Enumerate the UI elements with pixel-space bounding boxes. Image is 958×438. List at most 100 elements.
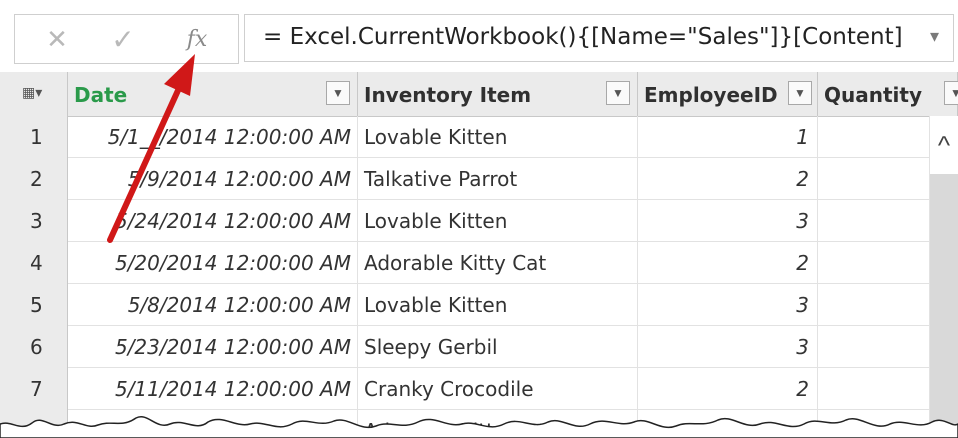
table-row[interactable]: 2 5/9/2014 12:00:00 AM Talkative Parrot 2 (0, 158, 958, 200)
cell-inventory-item-value: Lovable Kitten (364, 293, 508, 317)
row-number-label: 2 (30, 167, 43, 191)
cell-employeeid-value: 2 (796, 167, 809, 191)
row-number-label: 1 (30, 125, 43, 149)
cell-employeeid[interactable]: 3 (638, 200, 818, 242)
cell-inventory-item-value: Lovable Kitten (364, 209, 508, 233)
cell-employeeid-value: 3 (796, 293, 809, 317)
cell-date[interactable]: 5/23/2014 12:00:00 AM (68, 326, 358, 368)
cell-inventory-item-value: Adorable Kitty Cat (364, 251, 547, 275)
table-icon[interactable]: ▦▾ (22, 84, 42, 101)
filter-dropdown-date[interactable]: ▼ (326, 81, 350, 105)
cell-quantity[interactable] (818, 410, 930, 438)
cell-date-value: 5/8/2014 12:00:00 AM (127, 293, 351, 317)
check-icon: ✓ (111, 23, 135, 55)
filter-dropdown-quantity[interactable]: ▼ (944, 81, 958, 105)
row-number-label: 3 (30, 209, 43, 233)
cell-date-value: 5/24/2014 12:00:00 AM (114, 209, 351, 233)
cell-employeeid[interactable]: 2 (638, 242, 818, 284)
cell-date-value: 5/20/2014 12:00:00 AM (114, 251, 351, 275)
fx-icon: fx (186, 26, 208, 52)
cell-date-value: 5/23/2014 12:00:00 AM (114, 335, 351, 359)
row-number[interactable]: 3 (0, 200, 68, 242)
table-row[interactable]: 1 5/1__/2014 12:00:00 AM Lovable Kitten 1 (0, 116, 958, 158)
formula-text: = Excel.CurrentWorkbook(){[Name="Sales"]… (263, 24, 903, 50)
table-row[interactable]: 7 5/11/2014 12:00:00 AM Cranky Crocodile 2 (0, 368, 958, 410)
cell-employeeid[interactable] (638, 410, 818, 438)
cell-employeeid-value: 1 (796, 125, 809, 149)
cell-inventory-item[interactable]: Adorable Kitty Cat (358, 242, 638, 284)
cell-inventory-item[interactable]: Sleepy Gerbil (358, 326, 638, 368)
row-number[interactable]: 7 (0, 368, 68, 410)
power-query-editor: ✕ ✓ fx = Excel.CurrentWorkbook(){[Name="… (0, 0, 958, 438)
table-row[interactable]: 3 5/24/2014 12:00:00 AM Lovable Kitten 3 (0, 200, 958, 242)
scroll-up-icon[interactable]: ^ (930, 116, 958, 174)
cell-date[interactable]: 5/1__/2014 12:00:00 AM (68, 116, 358, 158)
column-header-date[interactable]: Date ▼ (68, 72, 358, 116)
column-header-quantity[interactable]: Quantity ▼ (818, 72, 958, 116)
cell-inventory-item[interactable]: Adorable Kitty Cat (358, 410, 638, 438)
cell-inventory-item-value: Talkative Parrot (364, 167, 518, 191)
cell-quantity[interactable] (818, 158, 930, 200)
cell-inventory-item[interactable]: Cranky Crocodile (358, 368, 638, 410)
formula-bar: ✕ ✓ fx = Excel.CurrentWorkbook(){[Name="… (0, 0, 958, 73)
table-row[interactable]: 8 5/1 Adorable Kitty Cat (0, 410, 958, 438)
cell-employeeid-value: 3 (796, 209, 809, 233)
cell-date-value: 5/11/2014 12:00:00 AM (114, 377, 351, 401)
row-number[interactable]: 5 (0, 284, 68, 326)
formula-bar-buttons: ✕ ✓ fx (14, 14, 239, 64)
row-number-label: 8 (30, 419, 43, 438)
cell-date[interactable]: 5/11/2014 12:00:00 AM (68, 368, 358, 410)
cell-date[interactable]: 5/8/2014 12:00:00 AM (68, 284, 358, 326)
row-number[interactable]: 1 (0, 116, 68, 158)
cell-employeeid[interactable]: 3 (638, 326, 818, 368)
row-number-label: 5 (30, 293, 43, 317)
cell-inventory-item[interactable]: Lovable Kitten (358, 284, 638, 326)
cell-date-value: 5/9/2014 12:00:00 AM (127, 167, 351, 191)
cell-quantity[interactable] (818, 242, 930, 284)
cell-inventory-item-value: Sleepy Gerbil (364, 335, 498, 359)
cell-inventory-item[interactable]: Lovable Kitten (358, 200, 638, 242)
chevron-down-icon[interactable]: ▾ (930, 26, 939, 47)
filter-dropdown-inventory-item[interactable]: ▼ (606, 81, 630, 105)
cell-date-value: 5/1__/2014 12:00:00 AM (107, 125, 351, 149)
table-row[interactable]: 6 5/23/2014 12:00:00 AM Sleepy Gerbil 3 (0, 326, 958, 368)
cell-date[interactable]: 5/1 (68, 410, 358, 438)
cell-employeeid[interactable]: 2 (638, 368, 818, 410)
cell-quantity[interactable] (818, 116, 930, 158)
cell-employeeid[interactable]: 3 (638, 284, 818, 326)
cell-quantity[interactable] (818, 368, 930, 410)
fx-button[interactable]: fx (177, 23, 217, 55)
x-icon: ✕ (46, 23, 68, 54)
vertical-scrollbar[interactable]: ^ (930, 116, 958, 438)
table-row[interactable]: 5 5/8/2014 12:00:00 AM Lovable Kitten 3 (0, 284, 958, 326)
row-number[interactable]: 6 (0, 326, 68, 368)
filter-dropdown-employeeid[interactable]: ▼ (788, 81, 812, 105)
cell-date-value: 5/1 (318, 419, 351, 438)
cell-inventory-item-value: Lovable Kitten (364, 125, 508, 149)
formula-input[interactable]: = Excel.CurrentWorkbook(){[Name="Sales"]… (244, 14, 954, 62)
column-label-employeeid: EmployeeID (644, 83, 778, 107)
cancel-formula-button[interactable]: ✕ (37, 23, 77, 55)
cell-quantity[interactable] (818, 326, 930, 368)
row-number[interactable]: 2 (0, 158, 68, 200)
column-label-inventory-item: Inventory Item (364, 83, 532, 107)
table-row[interactable]: 4 5/20/2014 12:00:00 AM Adorable Kitty Cat… (0, 242, 958, 284)
cell-employeeid[interactable]: 1 (638, 116, 818, 158)
column-header-inventory-item[interactable]: Inventory Item ▼ (358, 72, 638, 116)
table-menu-cell[interactable]: ▦▾ (0, 72, 68, 116)
row-number-label: 7 (30, 377, 43, 401)
row-number[interactable]: 8 (0, 410, 68, 438)
cell-date[interactable]: 5/20/2014 12:00:00 AM (68, 242, 358, 284)
column-header-employeeid[interactable]: EmployeeID ▼ (638, 72, 818, 116)
cell-employeeid[interactable]: 2 (638, 158, 818, 200)
cell-quantity[interactable] (818, 284, 930, 326)
row-number[interactable]: 4 (0, 242, 68, 284)
cell-quantity[interactable] (818, 200, 930, 242)
cell-inventory-item[interactable]: Lovable Kitten (358, 116, 638, 158)
cell-date[interactable]: 5/24/2014 12:00:00 AM (68, 200, 358, 242)
confirm-formula-button[interactable]: ✓ (103, 23, 143, 55)
column-label-date: Date (74, 83, 128, 107)
cell-date[interactable]: 5/9/2014 12:00:00 AM (68, 158, 358, 200)
cell-inventory-item[interactable]: Talkative Parrot (358, 158, 638, 200)
cell-employeeid-value: 2 (796, 251, 809, 275)
